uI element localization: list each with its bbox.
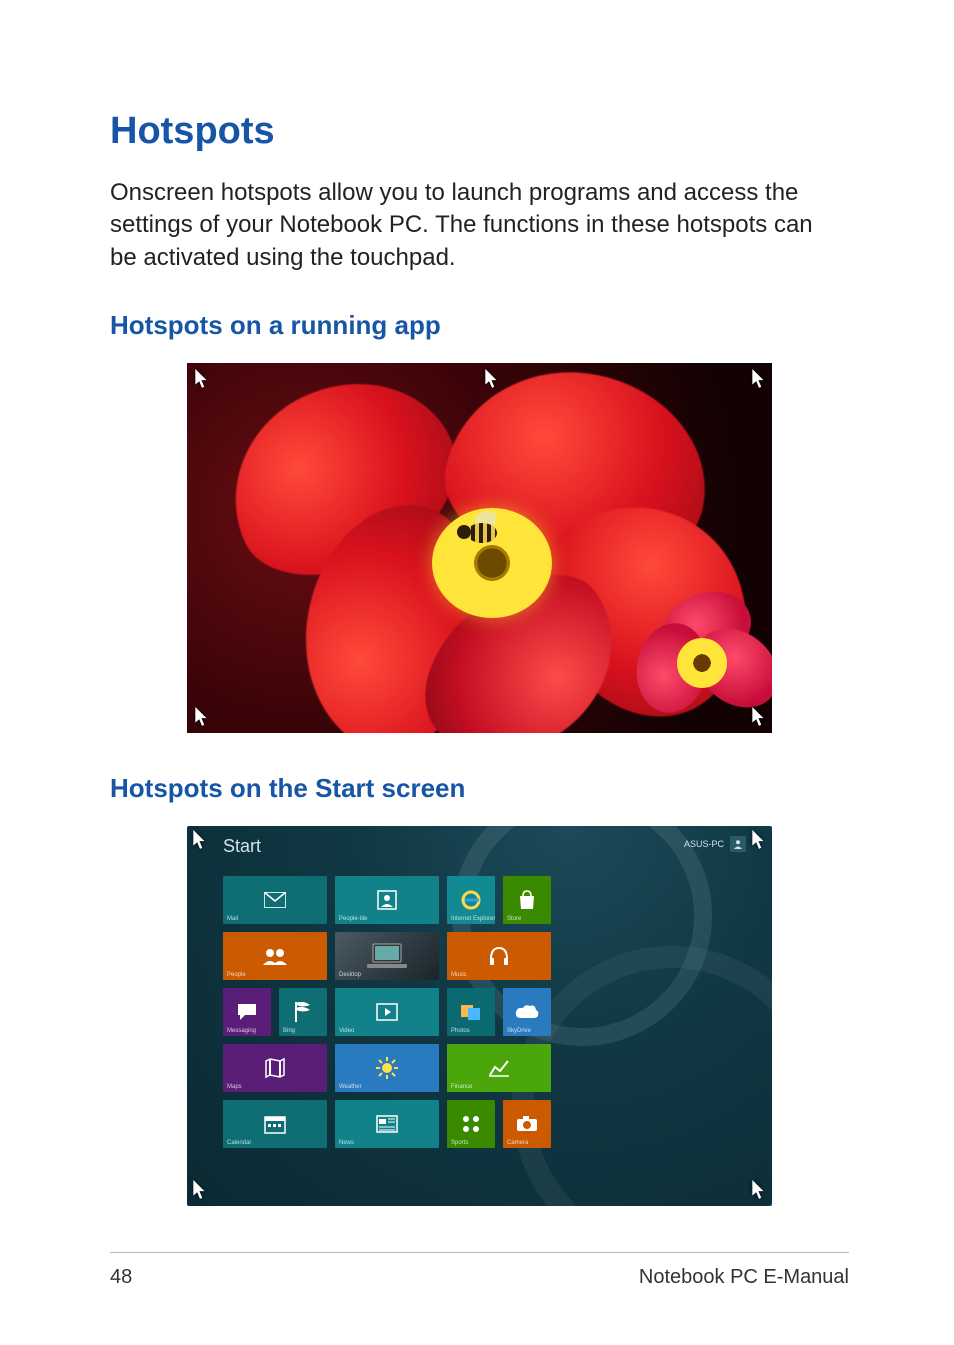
tile-label: Sports: [451, 1140, 468, 1146]
camera-icon: [516, 1116, 538, 1132]
calendar-icon: [264, 1114, 286, 1134]
tile-video: Video: [335, 988, 439, 1036]
manual-page: Hotspots Onscreen hotspots allow you to …: [0, 0, 954, 1345]
figure-running-app-hotspots: [187, 363, 772, 733]
tile-people: People: [223, 932, 327, 980]
sun-icon: [376, 1057, 398, 1079]
tile-finance: Finance: [447, 1044, 551, 1092]
cursor-icon: [752, 707, 766, 727]
map-icon: [264, 1057, 286, 1079]
tile-label: People-tile: [339, 916, 367, 922]
second-flower: [622, 593, 772, 733]
cursor-icon: [752, 369, 766, 389]
tile-music: Music: [447, 932, 551, 980]
tile-sports: Sports: [447, 1100, 495, 1148]
user-name-label: ASUS-PC: [684, 839, 724, 849]
avatar-icon: [730, 836, 746, 852]
bee-illustration: [457, 513, 512, 551]
cursor-icon: [752, 1180, 766, 1200]
tile-label: Bing: [283, 1028, 295, 1034]
tile-label: Finance: [451, 1084, 472, 1090]
tile-label: Maps: [227, 1084, 242, 1090]
tile-news: News: [335, 1100, 439, 1148]
section-heading-running-app: Hotspots on a running app: [110, 310, 849, 341]
tile-bing: Bing: [279, 988, 327, 1036]
sports-icon: [461, 1114, 481, 1134]
start-tiles-grid: Mail People-tile Internet Explorer Store Peo…: [223, 876, 551, 1148]
cursor-icon: [193, 830, 207, 850]
page-footer: 48 Notebook PC E-Manual: [110, 1266, 849, 1289]
tile-label: Camera: [507, 1140, 528, 1146]
tile-label: Desktop: [339, 972, 361, 978]
figure-start-screen-hotspots: Start ASUS-PC Mail People-tile Internet Ex…: [187, 826, 772, 1206]
section-heading-start-screen: Hotspots on the Start screen: [110, 773, 849, 804]
page-number: 48: [110, 1266, 132, 1289]
flower-photo: [187, 363, 772, 733]
cursor-icon: [195, 369, 209, 389]
book-title: Notebook PC E-Manual: [639, 1266, 849, 1289]
mail-icon: [264, 892, 286, 908]
ie-icon: [460, 889, 482, 911]
tile-camera: Camera: [503, 1100, 551, 1148]
people-icon: [262, 947, 288, 965]
tile-label: News: [339, 1140, 354, 1146]
tile-desktop: Desktop: [335, 932, 439, 980]
cursor-icon: [485, 369, 499, 389]
user-chip: ASUS-PC: [684, 836, 746, 852]
flag-icon: [294, 1002, 312, 1022]
tile-mail: Mail: [223, 876, 327, 924]
page-title: Hotspots: [110, 110, 849, 153]
contact-icon: [377, 890, 397, 910]
photos-icon: [460, 1002, 482, 1022]
tile-label: Mail: [227, 916, 238, 922]
tile-label: Photos: [451, 1028, 470, 1034]
cloud-icon: [515, 1004, 539, 1020]
bag-icon: [518, 890, 536, 910]
tile-messaging: Messaging: [223, 988, 271, 1036]
desktop-icon: [367, 942, 407, 970]
tile-label: Calendar: [227, 1140, 251, 1146]
tile-skydrive: SkyDrive: [503, 988, 551, 1036]
tile-store: Store: [503, 876, 551, 924]
tile-maps: Maps: [223, 1044, 327, 1092]
tile-label: Internet Explorer: [451, 916, 495, 922]
tile-label: Messaging: [227, 1028, 256, 1034]
tile-label: SkyDrive: [507, 1028, 531, 1034]
footer-rule: [110, 1252, 849, 1253]
cursor-icon: [752, 830, 766, 850]
start-label: Start: [223, 836, 261, 857]
tile-label: Video: [339, 1028, 354, 1034]
chart-icon: [488, 1059, 510, 1077]
cursor-icon: [195, 707, 209, 727]
tile-internet-explorer: Internet Explorer: [447, 876, 495, 924]
cursor-icon: [193, 1180, 207, 1200]
tile-label: Music: [451, 972, 467, 978]
news-icon: [376, 1115, 398, 1133]
tile-calendar: Calendar: [223, 1100, 327, 1148]
tile-people-tile: People-tile: [335, 876, 439, 924]
tile-label: Weather: [339, 1084, 362, 1090]
headphones-icon: [488, 945, 510, 967]
chat-icon: [237, 1003, 257, 1021]
tile-weather: Weather: [335, 1044, 439, 1092]
tile-photos: Photos: [447, 988, 495, 1036]
tile-label: Store: [507, 916, 521, 922]
intro-paragraph: Onscreen hotspots allow you to launch pr…: [110, 177, 840, 274]
play-icon: [376, 1003, 398, 1021]
tile-label: People: [227, 972, 246, 978]
